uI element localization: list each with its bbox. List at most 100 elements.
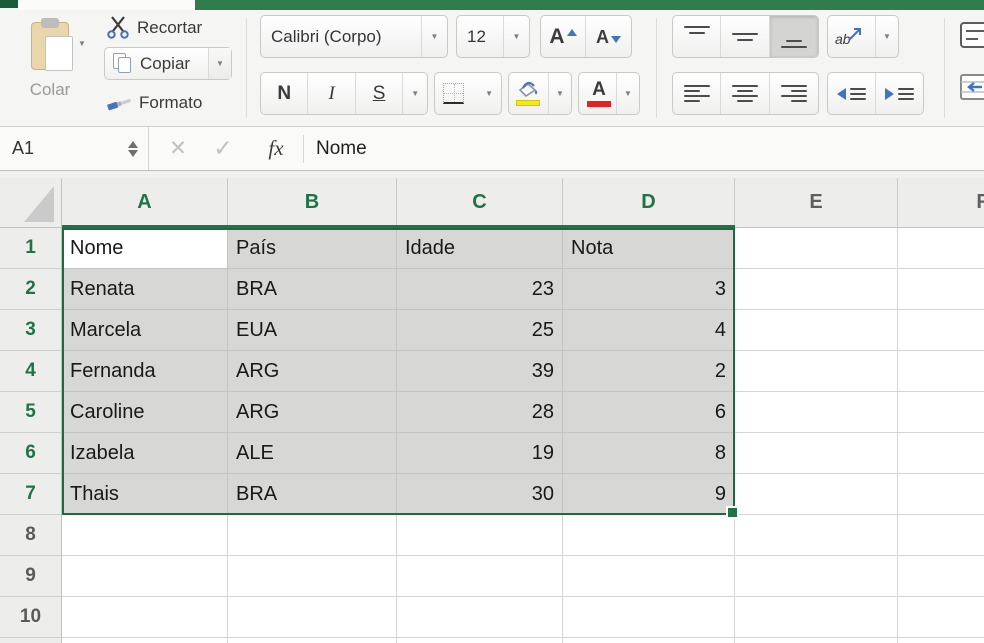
align-middle-button[interactable] (721, 16, 769, 57)
cell-E1[interactable] (735, 228, 898, 269)
cell-A4[interactable]: Fernanda (62, 351, 228, 392)
column-header-F[interactable]: F (898, 178, 984, 228)
select-all-corner[interactable] (0, 178, 62, 228)
cell-A1[interactable]: Nome (62, 228, 228, 269)
cell-F9[interactable] (898, 556, 984, 597)
cell-D2[interactable]: 3 (563, 269, 735, 310)
row-header-1[interactable]: 1 (0, 228, 62, 269)
wrap-text-button[interactable] (960, 22, 984, 50)
cell-B9[interactable] (228, 556, 397, 597)
cell-D9[interactable] (563, 556, 735, 597)
formula-bar-content[interactable]: Nome (316, 127, 367, 170)
cell-E5[interactable] (735, 392, 898, 433)
column-header-C[interactable]: C (397, 178, 563, 228)
cell-C8[interactable] (397, 515, 563, 556)
row-header-2[interactable]: 2 (0, 269, 62, 310)
cell-F2[interactable] (898, 269, 984, 310)
active-tab-sliver[interactable] (18, 0, 195, 10)
font-size-dropdown-arrow[interactable]: ▼ (503, 16, 529, 57)
row-header-8[interactable]: 8 (0, 515, 62, 556)
decrease-indent-button[interactable] (828, 73, 876, 114)
insert-function-button[interactable]: fx (254, 127, 298, 170)
cell-F3[interactable] (898, 310, 984, 351)
cell-B7[interactable]: BRA (228, 474, 397, 515)
cell-E7[interactable] (735, 474, 898, 515)
column-header-D[interactable]: D (563, 178, 735, 228)
column-header-E[interactable]: E (735, 178, 898, 228)
align-top-button[interactable] (673, 16, 721, 57)
cell-B6[interactable]: ALE (228, 433, 397, 474)
cell-E10[interactable] (735, 597, 898, 638)
cell-E9[interactable] (735, 556, 898, 597)
underline-button[interactable]: S (356, 73, 403, 114)
cancel-entry-button[interactable]: ✕ (160, 127, 196, 170)
cell-D3[interactable]: 4 (563, 310, 735, 351)
align-right-button[interactable] (770, 73, 818, 114)
cell-C3[interactable]: 25 (397, 310, 563, 351)
align-bottom-button[interactable] (770, 16, 818, 57)
paste-button[interactable]: Colar (6, 16, 94, 120)
row-header-9[interactable]: 9 (0, 556, 62, 597)
cell-C9[interactable] (397, 556, 563, 597)
cell-F5[interactable] (898, 392, 984, 433)
cut-button[interactable]: Recortar (106, 15, 202, 41)
cell-F10[interactable] (898, 597, 984, 638)
confirm-entry-button[interactable]: ✓ (202, 127, 244, 170)
cell-C6[interactable]: 19 (397, 433, 563, 474)
cell-D1[interactable]: Nota (563, 228, 735, 269)
borders-dropdown-arrow[interactable]: ▼ (485, 90, 493, 98)
cell-B5[interactable]: ARG (228, 392, 397, 433)
cell-A10[interactable] (62, 597, 228, 638)
cell-B2[interactable]: BRA (228, 269, 397, 310)
cell-C5[interactable]: 28 (397, 392, 563, 433)
stepper-down-icon[interactable] (128, 150, 138, 157)
grow-font-button[interactable]: A (541, 16, 586, 57)
cell-F4[interactable] (898, 351, 984, 392)
cell-F6[interactable] (898, 433, 984, 474)
fill-color-button[interactable]: ▼ (508, 72, 572, 115)
borders-button[interactable]: ▼ (434, 72, 502, 115)
cell-D10[interactable] (563, 597, 735, 638)
italic-button[interactable]: I (308, 73, 355, 114)
cell-A3[interactable]: Marcela (62, 310, 228, 351)
stepper-up-icon[interactable] (128, 141, 138, 148)
cell-B8[interactable] (228, 515, 397, 556)
orientation-dropdown-arrow[interactable]: ▼ (875, 16, 898, 57)
cell-C4[interactable]: 39 (397, 351, 563, 392)
cell-E3[interactable] (735, 310, 898, 351)
cell-A6[interactable]: Izabela (62, 433, 228, 474)
shrink-font-button[interactable]: A (586, 16, 631, 57)
cell-B10[interactable] (228, 597, 397, 638)
row-header-5[interactable]: 5 (0, 392, 62, 433)
increase-indent-button[interactable] (876, 73, 924, 114)
cell-C7[interactable]: 30 (397, 474, 563, 515)
text-orientation-button[interactable]: ab ▼ (827, 15, 899, 58)
font-color-button[interactable]: A ▼ (578, 72, 640, 115)
merge-cells-button[interactable] (960, 74, 984, 102)
font-family-dropdown-arrow[interactable]: ▼ (421, 16, 447, 57)
row-header-10[interactable]: 10 (0, 597, 62, 638)
row-header-6[interactable]: 6 (0, 433, 62, 474)
cell-D8[interactable] (563, 515, 735, 556)
align-left-button[interactable] (673, 73, 721, 114)
copy-dropdown-arrow[interactable]: ▼ (208, 48, 231, 79)
name-box-stepper[interactable] (128, 141, 138, 157)
row-header-3[interactable]: 3 (0, 310, 62, 351)
cell-D4[interactable]: 2 (563, 351, 735, 392)
cell-A2[interactable]: Renata (62, 269, 228, 310)
row-header-4[interactable]: 4 (0, 351, 62, 392)
format-painter-button[interactable]: Formato (106, 89, 202, 117)
column-header-B[interactable]: B (228, 178, 397, 228)
font-size-select[interactable]: 12 ▼ (456, 15, 530, 58)
cell-E8[interactable] (735, 515, 898, 556)
copy-button[interactable]: Copiar ▼ (104, 47, 232, 80)
underline-dropdown-arrow[interactable]: ▼ (403, 73, 427, 114)
cell-D5[interactable]: 6 (563, 392, 735, 433)
cell-D6[interactable]: 8 (563, 433, 735, 474)
bold-button[interactable]: N (261, 73, 308, 114)
font-family-select[interactable]: Calibri (Corpo) ▼ (260, 15, 448, 58)
name-box[interactable]: A1 (0, 127, 148, 170)
font-color-dropdown-arrow[interactable]: ▼ (616, 73, 639, 114)
cell-D7[interactable]: 9 (563, 474, 735, 515)
cell-A9[interactable] (62, 556, 228, 597)
